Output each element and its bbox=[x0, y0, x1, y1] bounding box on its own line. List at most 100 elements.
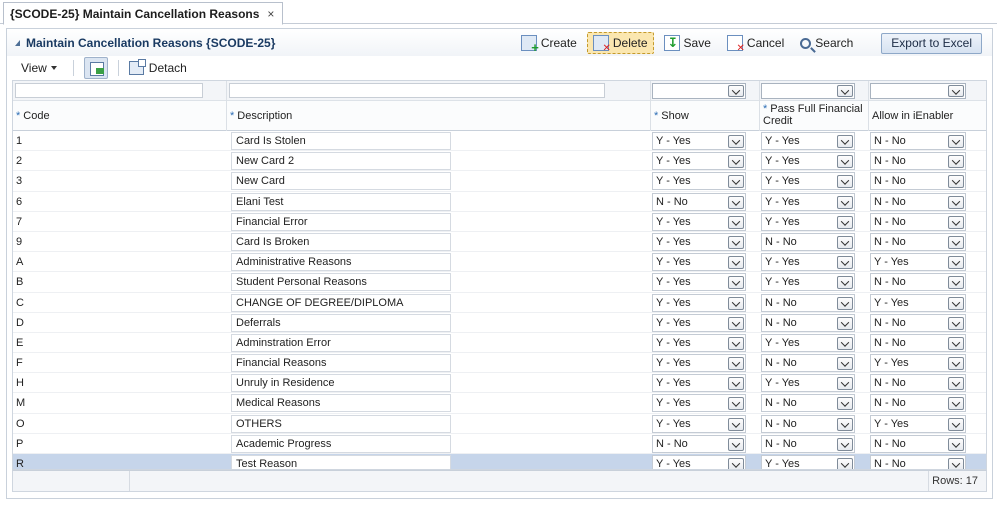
pass-filter-select[interactable] bbox=[761, 83, 855, 99]
show-filter-select[interactable] bbox=[652, 83, 746, 99]
table-row[interactable]: F Financial Reasons Y - Yes N - No Y - Y… bbox=[13, 353, 986, 374]
pass-full-financial-credit-select[interactable]: Y - Yes bbox=[761, 152, 855, 171]
allow-in-ienabler-select[interactable]: N - No bbox=[870, 132, 966, 150]
show-select[interactable]: Y - Yes bbox=[652, 455, 746, 469]
table-row[interactable]: C CHANGE OF DEGREE/DIPLOMA Y - Yes N - N… bbox=[13, 293, 986, 313]
cancel-button[interactable]: Cancel bbox=[721, 32, 790, 54]
show-select[interactable]: Y - Yes bbox=[652, 232, 746, 251]
search-button[interactable]: Search bbox=[794, 32, 859, 54]
description-field[interactable]: New Card 2 bbox=[231, 152, 451, 171]
tab-maintain-cancellation-reasons[interactable]: {SCODE-25} Maintain Cancellation Reasons… bbox=[3, 2, 284, 25]
description-field[interactable]: Adminstration Error bbox=[231, 333, 451, 352]
table-row[interactable]: 7 Financial Error Y - Yes Y - Yes N - No bbox=[13, 212, 986, 232]
pass-full-financial-credit-select[interactable]: N - No bbox=[761, 232, 855, 251]
collapse-icon[interactable] bbox=[15, 40, 20, 46]
show-select[interactable]: Y - Yes bbox=[652, 253, 746, 272]
create-button[interactable]: Create bbox=[515, 32, 583, 55]
allow-in-ienabler-select[interactable]: N - No bbox=[870, 192, 966, 211]
show-select[interactable]: Y - Yes bbox=[652, 313, 746, 332]
show-select[interactable]: Y - Yes bbox=[652, 333, 746, 352]
table-row[interactable]: E Adminstration Error Y - Yes Y - Yes N … bbox=[13, 333, 986, 354]
description-field[interactable]: CHANGE OF DEGREE/DIPLOMA bbox=[231, 293, 451, 312]
allow-in-ienabler-select[interactable]: N - No bbox=[870, 394, 966, 413]
pass-full-financial-credit-select[interactable]: Y - Yes bbox=[761, 253, 855, 272]
column-header-show[interactable]: * Show bbox=[651, 101, 760, 131]
column-header-code[interactable]: * Code bbox=[13, 101, 227, 131]
show-select[interactable]: Y - Yes bbox=[652, 394, 746, 413]
table-row[interactable]: 9 Card Is Broken Y - Yes N - No N - No bbox=[13, 232, 986, 253]
table-row[interactable]: 3 New Card Y - Yes Y - Yes N - No bbox=[13, 171, 986, 192]
pass-full-financial-credit-select[interactable]: Y - Yes bbox=[761, 132, 855, 150]
table-row[interactable]: H Unruly in Residence Y - Yes Y - Yes N … bbox=[13, 373, 986, 394]
pass-full-financial-credit-select[interactable]: Y - Yes bbox=[761, 273, 855, 292]
pass-full-financial-credit-select[interactable]: Y - Yes bbox=[761, 212, 855, 231]
allow-in-ienabler-select[interactable]: Y - Yes bbox=[870, 414, 966, 433]
show-select[interactable]: N - No bbox=[652, 434, 746, 453]
pass-full-financial-credit-select[interactable]: N - No bbox=[761, 434, 855, 453]
query-by-example-button[interactable] bbox=[83, 57, 108, 79]
description-field[interactable]: Card Is Broken bbox=[231, 232, 451, 251]
pass-full-financial-credit-select[interactable]: Y - Yes bbox=[761, 333, 855, 352]
show-select[interactable]: Y - Yes bbox=[652, 354, 746, 373]
pass-full-financial-credit-select[interactable]: N - No bbox=[761, 354, 855, 373]
pass-full-financial-credit-select[interactable]: N - No bbox=[761, 394, 855, 413]
show-select[interactable]: Y - Yes bbox=[652, 132, 746, 150]
description-field[interactable]: Deferrals bbox=[231, 313, 451, 332]
description-field[interactable]: Medical Reasons bbox=[231, 394, 451, 413]
show-select[interactable]: N - No bbox=[652, 192, 746, 211]
pass-full-financial-credit-select[interactable]: Y - Yes bbox=[761, 172, 855, 191]
column-header-pass-full-financial-credit[interactable]: * Pass Full Financial Credit bbox=[760, 101, 869, 131]
code-filter-input[interactable] bbox=[15, 83, 203, 98]
pass-full-financial-credit-select[interactable]: Y - Yes bbox=[761, 374, 855, 393]
allow-in-ienabler-select[interactable]: N - No bbox=[870, 434, 966, 453]
table-row[interactable]: M Medical Reasons Y - Yes N - No N - No bbox=[13, 393, 986, 414]
table-row[interactable]: 2 New Card 2 Y - Yes Y - Yes N - No bbox=[13, 151, 986, 172]
table-row[interactable]: 6 Elani Test N - No Y - Yes N - No bbox=[13, 192, 986, 212]
show-select[interactable]: Y - Yes bbox=[652, 293, 746, 312]
table-row[interactable]: 1 Card Is Stolen Y - Yes Y - Yes N - No bbox=[13, 131, 986, 152]
description-field[interactable]: Test Reason bbox=[231, 455, 451, 469]
table-row[interactable]: B Student Personal Reasons Y - Yes Y - Y… bbox=[13, 272, 986, 293]
pass-full-financial-credit-select[interactable]: N - No bbox=[761, 414, 855, 433]
pass-full-financial-credit-select[interactable]: Y - Yes bbox=[761, 455, 855, 469]
description-field[interactable]: Financial Error bbox=[231, 212, 451, 231]
allow-in-ienabler-select[interactable]: N - No bbox=[870, 333, 966, 352]
table-row[interactable]: P Academic Progress N - No N - No N - No bbox=[13, 434, 986, 454]
allow-in-ienabler-select[interactable]: Y - Yes bbox=[870, 253, 966, 272]
show-select[interactable]: Y - Yes bbox=[652, 374, 746, 393]
table-row[interactable]: O OTHERS Y - Yes N - No Y - Yes bbox=[13, 414, 986, 434]
allow-in-ienabler-select[interactable]: N - No bbox=[870, 172, 966, 191]
description-filter-input[interactable] bbox=[229, 83, 605, 98]
delete-button[interactable]: Delete bbox=[586, 32, 654, 54]
show-select[interactable]: Y - Yes bbox=[652, 152, 746, 171]
save-button[interactable]: Save bbox=[658, 32, 717, 54]
pass-full-financial-credit-select[interactable]: Y - Yes bbox=[761, 192, 855, 211]
export-to-excel-button[interactable]: Export to Excel bbox=[881, 32, 982, 54]
close-icon[interactable]: × bbox=[267, 7, 274, 21]
view-menu[interactable]: View bbox=[15, 61, 63, 75]
description-field[interactable]: Academic Progress bbox=[231, 434, 451, 453]
allow-in-ienabler-select[interactable]: Y - Yes bbox=[870, 293, 966, 312]
allow-in-ienabler-select[interactable]: N - No bbox=[870, 212, 966, 231]
allow-in-ienabler-select[interactable]: N - No bbox=[870, 455, 966, 469]
show-select[interactable]: Y - Yes bbox=[652, 273, 746, 292]
detach-button[interactable]: Detach bbox=[128, 59, 187, 75]
pass-full-financial-credit-select[interactable]: N - No bbox=[761, 313, 855, 332]
pass-full-financial-credit-select[interactable]: N - No bbox=[761, 293, 855, 312]
table-row[interactable]: A Administrative Reasons Y - Yes Y - Yes… bbox=[13, 252, 986, 273]
allow-filter-select[interactable] bbox=[870, 83, 966, 99]
allow-in-ienabler-select[interactable]: N - No bbox=[870, 374, 966, 393]
description-field[interactable]: OTHERS bbox=[231, 414, 451, 433]
allow-in-ienabler-select[interactable]: N - No bbox=[870, 152, 966, 171]
show-select[interactable]: Y - Yes bbox=[652, 172, 746, 191]
allow-in-ienabler-select[interactable]: N - No bbox=[870, 273, 966, 292]
description-field[interactable]: New Card bbox=[231, 172, 451, 191]
description-field[interactable]: Unruly in Residence bbox=[231, 374, 451, 393]
show-select[interactable]: Y - Yes bbox=[652, 212, 746, 231]
column-header-allow-in-ienabler[interactable]: Allow in iEnabler bbox=[869, 101, 986, 131]
allow-in-ienabler-select[interactable]: N - No bbox=[870, 232, 966, 251]
description-field[interactable]: Elani Test bbox=[231, 192, 451, 211]
column-header-description[interactable]: * Description bbox=[227, 101, 651, 131]
allow-in-ienabler-select[interactable]: Y - Yes bbox=[870, 354, 966, 373]
allow-in-ienabler-select[interactable]: N - No bbox=[870, 313, 966, 332]
